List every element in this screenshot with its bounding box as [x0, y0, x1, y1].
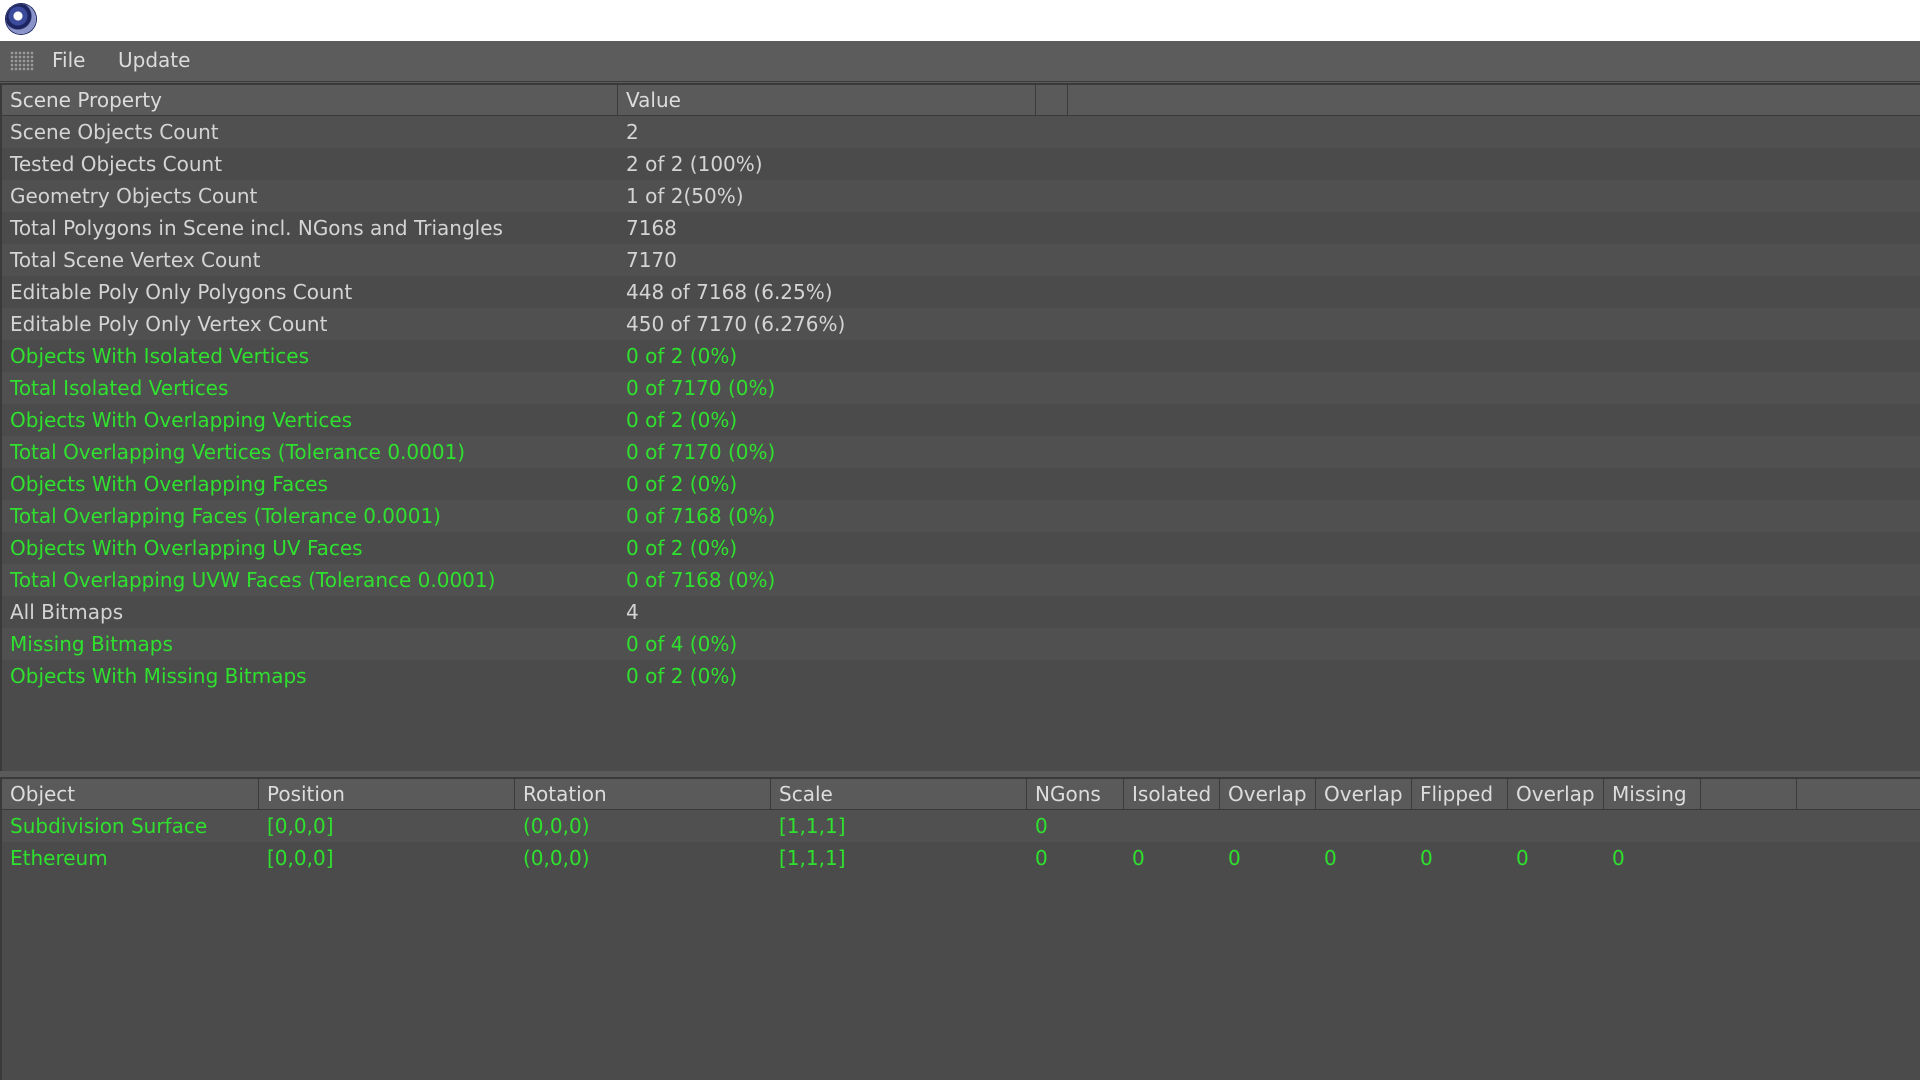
property-value: 7168: [626, 216, 677, 240]
header-empty[interactable]: [1701, 779, 1797, 809]
property-name: Missing Bitmaps: [10, 632, 173, 656]
property-name: Total Polygons in Scene incl. NGons and …: [10, 216, 503, 240]
object-cell-rotation: (0,0,0): [523, 846, 590, 870]
table-row[interactable]: Missing Bitmaps 0 of 4 (0%): [2, 628, 1920, 660]
table-row[interactable]: Objects With Isolated Vertices 0 of 2 (0%…: [2, 340, 1920, 372]
property-value: 0 of 2 (0%): [626, 536, 738, 560]
header-overlap[interactable]: Overlap: [1220, 779, 1316, 809]
property-value: 448 of 7168 (6.25%): [626, 280, 833, 304]
object-cell-scale: [1,1,1]: [779, 814, 846, 838]
property-value: 0 of 7168 (0%): [626, 568, 776, 592]
object-cell-position: [0,0,0]: [267, 846, 334, 870]
object-cell-ngons: 0: [1035, 814, 1048, 838]
header-rotation[interactable]: Rotation: [515, 779, 771, 809]
property-value: 450 of 7170 (6.276%): [626, 312, 846, 336]
menu-file[interactable]: File: [52, 48, 85, 72]
menu-grip-icon[interactable]: [10, 51, 34, 71]
table-row[interactable]: Total Overlapping UVW Faces (Tolerance 0…: [2, 564, 1920, 596]
title-bar: [0, 0, 1920, 41]
object-table-body: Subdivision Surface [0,0,0] (0,0,0) [1,1,1]…: [2, 810, 1920, 874]
table-row[interactable]: Objects With Overlapping Vertices 0 of 2 …: [2, 404, 1920, 436]
property-name: Objects With Isolated Vertices: [10, 344, 310, 368]
property-name: Total Isolated Vertices: [10, 376, 229, 400]
scene-table-body: Scene Objects Count 2 Tested Objects Count…: [2, 116, 1920, 692]
property-value: 0 of 2 (0%): [626, 472, 738, 496]
property-value: 0 of 7170 (0%): [626, 440, 776, 464]
property-name: Geometry Objects Count: [10, 184, 258, 208]
property-value: 0 of 7170 (0%): [626, 376, 776, 400]
property-value: 2: [626, 120, 639, 144]
property-value: 2 of 2 (100%): [626, 152, 763, 176]
header-object[interactable]: Object: [2, 779, 259, 809]
header-overlap[interactable]: Overlap: [1508, 779, 1604, 809]
menu-update[interactable]: Update: [118, 48, 190, 72]
property-name: All Bitmaps: [10, 600, 124, 624]
object-cell-rotation: (0,0,0): [523, 814, 590, 838]
table-row[interactable]: Objects With Overlapping Faces 0 of 2 (0%…: [2, 468, 1920, 500]
object-cell-flipped: 0: [1420, 846, 1433, 870]
property-name: Total Scene Vertex Count: [10, 248, 261, 272]
object-cell-overlap: 0: [1324, 846, 1337, 870]
header-overlap[interactable]: Overlap: [1316, 779, 1412, 809]
object-cell-object: Subdivision Surface: [10, 814, 208, 838]
object-cell-scale: [1,1,1]: [779, 846, 846, 870]
property-name: Scene Objects Count: [10, 120, 219, 144]
property-value: 0 of 2 (0%): [626, 344, 738, 368]
table-row[interactable]: Objects With Overlapping UV Faces 0 of 2 …: [2, 532, 1920, 564]
objects-panel: Object Position Rotation Scale NGons Isolated…: [0, 777, 1920, 1080]
object-cell-position: [0,0,0]: [267, 814, 334, 838]
table-row[interactable]: Total Overlapping Faces (Tolerance 0.000…: [2, 500, 1920, 532]
header-ngons[interactable]: NGons: [1027, 779, 1124, 809]
table-row[interactable]: Ethereum [0,0,0] (0,0,0) [1,1,1] 0 0 0 0 0 0 0: [2, 842, 1920, 874]
property-value: 0 of 7168 (0%): [626, 504, 776, 528]
table-row[interactable]: Total Polygons in Scene incl. NGons and …: [2, 212, 1920, 244]
object-cell-ngons: 0: [1035, 846, 1048, 870]
object-cell-object: Ethereum: [10, 846, 108, 870]
property-value: 1 of 2(50%): [626, 184, 744, 208]
property-name: Total Overlapping Vertices (Tolerance 0.…: [10, 440, 466, 464]
header-scene-property[interactable]: Scene Property: [2, 85, 618, 115]
property-name: Total Overlapping UVW Faces (Tolerance 0…: [10, 568, 496, 592]
scene-table-header: Scene Property Value: [2, 85, 1920, 116]
property-value: 0 of 2 (0%): [626, 408, 738, 432]
table-row[interactable]: Editable Poly Only Polygons Count 448 of …: [2, 276, 1920, 308]
object-table-header: Object Position Rotation Scale NGons Isolated…: [2, 779, 1920, 810]
cinema4d-app-icon[interactable]: [6, 4, 36, 34]
scene-properties-panel: Scene Property Value Scene Objects Count…: [0, 83, 1920, 771]
table-row[interactable]: Scene Objects Count 2: [2, 116, 1920, 148]
property-name: Objects With Missing Bitmaps: [10, 664, 307, 688]
object-cell-isolated: 0: [1132, 846, 1145, 870]
table-row[interactable]: Objects With Missing Bitmaps 0 of 2 (0%): [2, 660, 1920, 692]
property-name: Tested Objects Count: [10, 152, 223, 176]
header-empty[interactable]: [1036, 85, 1068, 115]
table-row[interactable]: Geometry Objects Count 1 of 2(50%): [2, 180, 1920, 212]
header-position[interactable]: Position: [259, 779, 515, 809]
table-row[interactable]: Total Overlapping Vertices (Tolerance 0.…: [2, 436, 1920, 468]
object-cell-missing: 0: [1612, 846, 1625, 870]
header-isolated[interactable]: Isolated: [1124, 779, 1220, 809]
property-name: Total Overlapping Faces (Tolerance 0.000…: [10, 504, 441, 528]
table-row[interactable]: Editable Poly Only Vertex Count 450 of 71…: [2, 308, 1920, 340]
property-name: Objects With Overlapping Faces: [10, 472, 328, 496]
property-value: 7170: [626, 248, 677, 272]
table-row[interactable]: Total Isolated Vertices 0 of 7170 (0%): [2, 372, 1920, 404]
property-name: Objects With Overlapping UV Faces: [10, 536, 363, 560]
property-value: 0 of 2 (0%): [626, 664, 738, 688]
table-row[interactable]: Subdivision Surface [0,0,0] (0,0,0) [1,1,1]…: [2, 810, 1920, 842]
table-row[interactable]: All Bitmaps 4: [2, 596, 1920, 628]
property-name: Editable Poly Only Polygons Count: [10, 280, 353, 304]
object-cell-overlap: 0: [1228, 846, 1241, 870]
menu-bar: File Update: [0, 41, 1920, 82]
table-row[interactable]: Total Scene Vertex Count 7170: [2, 244, 1920, 276]
property-value: 4: [626, 600, 639, 624]
header-flipped[interactable]: Flipped: [1412, 779, 1508, 809]
table-row[interactable]: Tested Objects Count 2 of 2 (100%): [2, 148, 1920, 180]
object-cell-overlap: 0: [1516, 846, 1529, 870]
header-scale[interactable]: Scale: [771, 779, 1027, 809]
property-name: Editable Poly Only Vertex Count: [10, 312, 328, 336]
property-value: 0 of 4 (0%): [626, 632, 738, 656]
header-missing[interactable]: Missing: [1604, 779, 1701, 809]
header-value[interactable]: Value: [618, 85, 1036, 115]
property-name: Objects With Overlapping Vertices: [10, 408, 353, 432]
